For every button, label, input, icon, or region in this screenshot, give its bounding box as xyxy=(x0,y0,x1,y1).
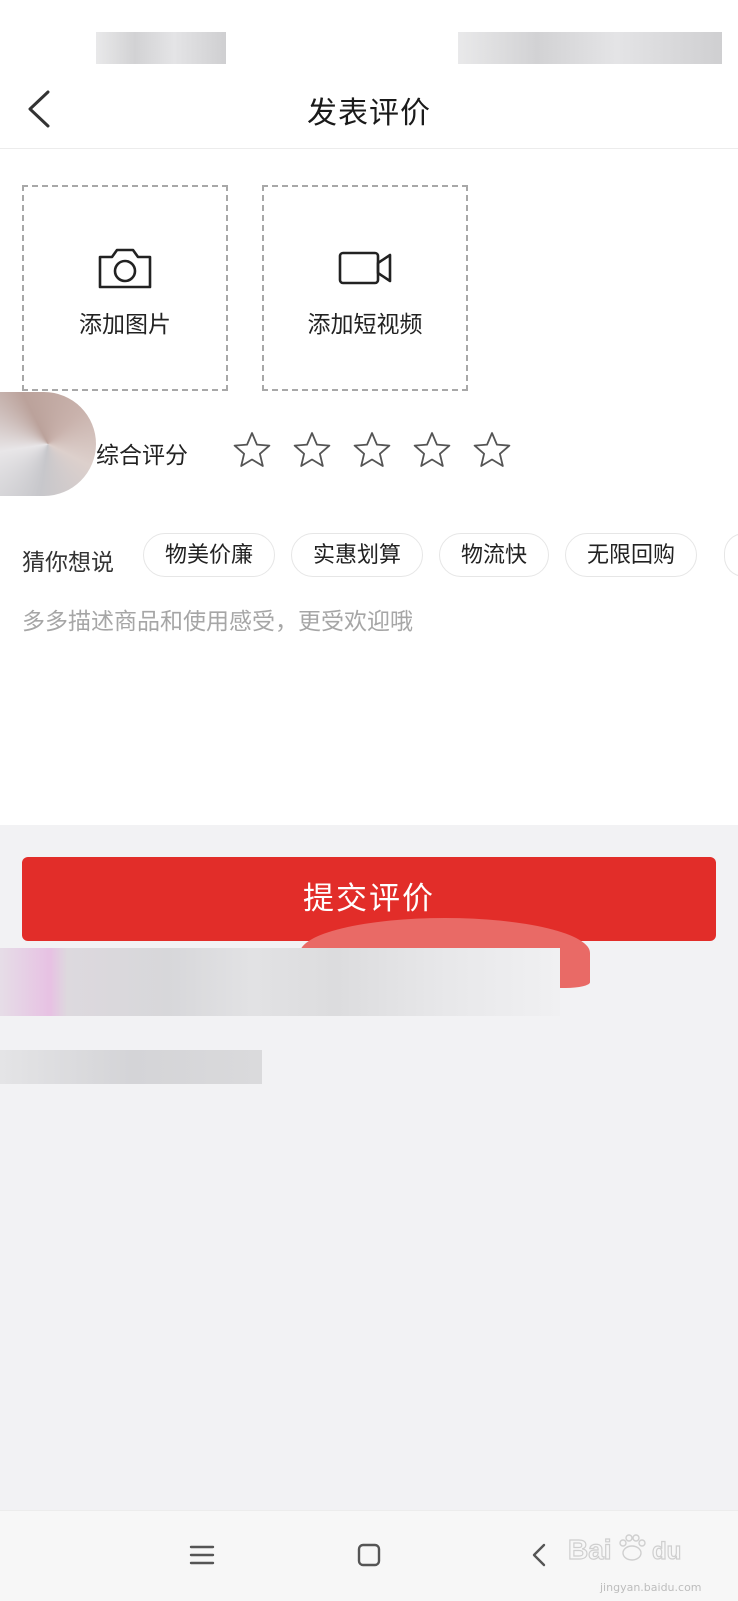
star-1[interactable] xyxy=(232,430,272,470)
rating-label: 综合评分 xyxy=(96,443,188,469)
star-4[interactable] xyxy=(412,430,452,470)
suggestions-label: 猜你想说 xyxy=(22,550,114,576)
header: 发表评价 xyxy=(0,72,738,149)
star-outline-icon xyxy=(473,432,511,467)
triangle-back-icon xyxy=(532,1543,546,1567)
star-outline-icon xyxy=(413,432,451,467)
status-bar-icons-blurred xyxy=(458,32,722,64)
star-outline-icon xyxy=(293,432,331,467)
star-outline-icon xyxy=(233,432,271,467)
add-photo-button[interactable]: 添加图片 xyxy=(22,185,228,391)
star-2[interactable] xyxy=(292,430,332,470)
add-video-button[interactable]: 添加短视频 xyxy=(262,185,468,391)
page-title: 发表评价 xyxy=(307,96,431,131)
star-5[interactable] xyxy=(472,430,512,470)
suggestion-tag[interactable]: 无限回购 xyxy=(565,533,698,577)
suggestion-tag[interactable]: 实惠划算 xyxy=(291,533,424,577)
home-button[interactable] xyxy=(351,1537,387,1573)
review-textarea[interactable] xyxy=(22,602,712,802)
add-photo-label: 添加图片 xyxy=(79,312,171,338)
system-back-button[interactable] xyxy=(522,1537,558,1573)
baidu-logo-icon: Bai du xyxy=(567,1533,682,1565)
star-outline-icon xyxy=(353,432,391,467)
square-home-icon xyxy=(357,1543,381,1567)
rating-stars xyxy=(232,430,532,470)
blurred-content-row xyxy=(0,1050,262,1084)
camera-icon xyxy=(98,248,152,289)
star-3[interactable] xyxy=(352,430,392,470)
video-camera-icon xyxy=(338,251,392,285)
menu-icon xyxy=(189,1545,215,1565)
add-video-label: 添加短视频 xyxy=(307,312,423,338)
status-bar xyxy=(0,0,738,78)
baidu-jingyan-watermark: Bai du xyxy=(566,1521,716,1581)
suggestion-tag[interactable]: 物流快 xyxy=(439,533,550,577)
blurred-content-row xyxy=(0,948,560,1016)
recent-apps-button[interactable] xyxy=(184,1537,220,1573)
svg-text:du: du xyxy=(652,1538,681,1565)
status-bar-time-blurred xyxy=(96,32,226,64)
watermark-url: jingyan.baidu.com xyxy=(600,1581,702,1594)
svg-text:Bai: Bai xyxy=(568,1534,612,1565)
system-nav-bar: Bai du jingyan.baidu.com xyxy=(0,1510,738,1601)
suggestion-tags: 物美价廉 实惠划算 物流快 无限回购 xyxy=(143,533,713,577)
suggestion-tag[interactable]: 物美价廉 xyxy=(143,533,276,577)
